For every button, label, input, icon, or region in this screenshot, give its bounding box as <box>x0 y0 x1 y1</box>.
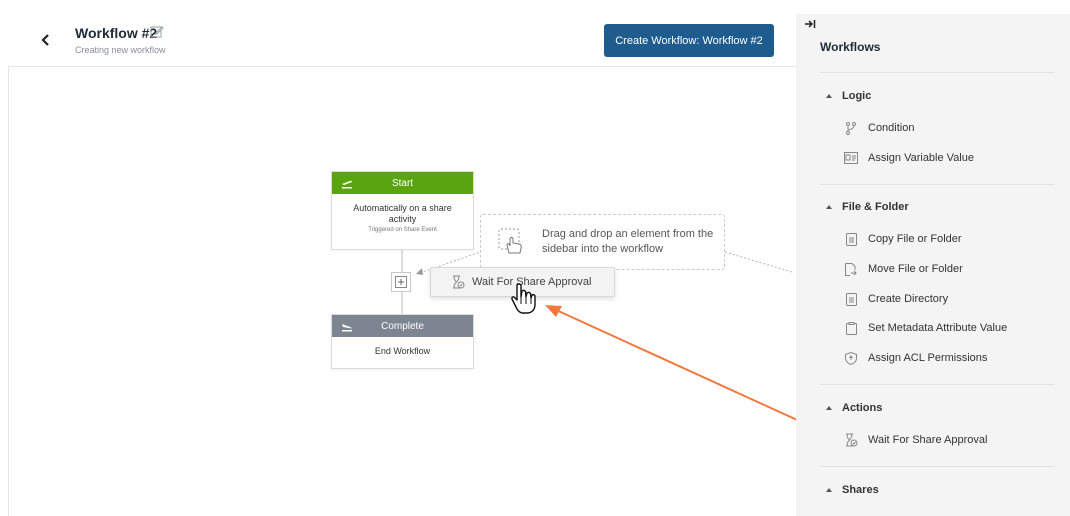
divider <box>820 384 1054 385</box>
sidebar-item-label: Assign Variable Value <box>868 152 974 164</box>
caret-up-icon <box>826 205 832 209</box>
sidebar-item-set-metadata[interactable]: Set Metadata Attribute Value <box>844 321 1007 335</box>
sidebar-item-create-directory[interactable]: Create Directory <box>844 292 948 306</box>
file-icon <box>844 232 858 246</box>
workflow-header: Workflow #2 Creating new workflow Create… <box>8 14 796 67</box>
start-node-body: Automatically on a share activity <box>353 203 452 224</box>
sidebar-item-condition[interactable]: Condition <box>844 121 914 135</box>
hourglass-icon <box>453 275 465 289</box>
divider <box>820 466 1054 467</box>
branch-icon <box>844 121 858 135</box>
section-logic[interactable]: Logic <box>826 90 871 102</box>
sidebar-item-label: Create Directory <box>868 293 949 305</box>
sidebar-item-copy-file[interactable]: Copy File or Folder <box>844 232 962 246</box>
drop-zone-text: Drag and drop an element from the sideba… <box>542 228 714 255</box>
create-workflow-button[interactable]: Create Workflow: Workflow #2 <box>604 24 774 57</box>
move-file-icon <box>844 262 858 276</box>
collapse-right-icon <box>805 20 816 28</box>
section-shares-label: Shares <box>842 484 879 496</box>
complete-node-title: Complete <box>381 320 424 332</box>
divider <box>820 72 1054 73</box>
workflow-title: Workflow #2 <box>75 25 158 41</box>
section-file-folder[interactable]: File & Folder <box>826 201 909 213</box>
caret-up-icon <box>826 94 832 98</box>
file-icon <box>844 292 858 306</box>
complete-node[interactable]: Complete End Workflow <box>331 314 474 369</box>
start-node-title: Start <box>391 177 414 189</box>
start-node-header: Start <box>332 172 473 194</box>
drag-hand-icon <box>498 228 522 254</box>
plane-landing-icon <box>342 324 352 332</box>
drop-zone[interactable]: Drag and drop an element from the sideba… <box>480 214 725 270</box>
collapse-sidebar-button[interactable] <box>804 18 816 30</box>
start-node[interactable]: Start Automatically on a share activity … <box>331 171 474 250</box>
hourglass-icon <box>844 433 858 447</box>
complete-node-body: End Workflow <box>374 346 431 356</box>
caret-up-icon <box>826 488 832 492</box>
sidebar-item-label: Move File or Folder <box>868 263 963 275</box>
sidebar-item-wait-for-share-approval[interactable]: Wait For Share Approval <box>844 433 987 447</box>
sidebar-item-label: Copy File or Folder <box>868 233 962 245</box>
section-shares[interactable]: Shares <box>826 484 879 496</box>
sidebar-item-label: Wait For Share Approval <box>868 434 988 446</box>
sidebar-item-label: Set Metadata Attribute Value <box>868 322 1008 334</box>
start-node-trigger: Triggered on Share Event <box>368 227 437 233</box>
section-file-folder-label: File & Folder <box>842 201 909 213</box>
divider <box>820 184 1054 185</box>
add-step-button[interactable] <box>391 272 411 292</box>
section-actions-label: Actions <box>842 402 883 414</box>
clipboard-icon <box>844 321 858 335</box>
complete-node-header: Complete <box>332 315 473 337</box>
workflow-subtitle: Creating new workflow <box>75 45 166 55</box>
sidebar-item-label: Condition <box>868 122 915 134</box>
edit-title-icon[interactable] <box>150 25 164 39</box>
sidebar-item-assign-variable[interactable]: Assign Variable Value <box>844 151 974 165</box>
sidebar-item-label: Assign ACL Permissions <box>868 352 988 364</box>
hand-cursor-icon <box>511 283 536 314</box>
variable-icon <box>844 151 858 165</box>
shield-icon <box>844 351 858 365</box>
elements-sidebar: Workflows Logic Condition Assign Variabl… <box>796 14 1070 516</box>
section-logic-label: Logic <box>842 90 872 102</box>
chevron-left-icon <box>41 34 49 46</box>
sidebar-title: Workflows <box>820 40 881 54</box>
sidebar-item-assign-acl[interactable]: Assign ACL Permissions <box>844 351 987 365</box>
back-button[interactable] <box>38 32 54 48</box>
section-actions[interactable]: Actions <box>826 402 882 414</box>
caret-up-icon <box>826 406 832 410</box>
sidebar-item-move-file[interactable]: Move File or Folder <box>844 262 963 276</box>
plus-square-icon <box>395 276 407 288</box>
plane-takeoff-icon <box>342 180 352 189</box>
